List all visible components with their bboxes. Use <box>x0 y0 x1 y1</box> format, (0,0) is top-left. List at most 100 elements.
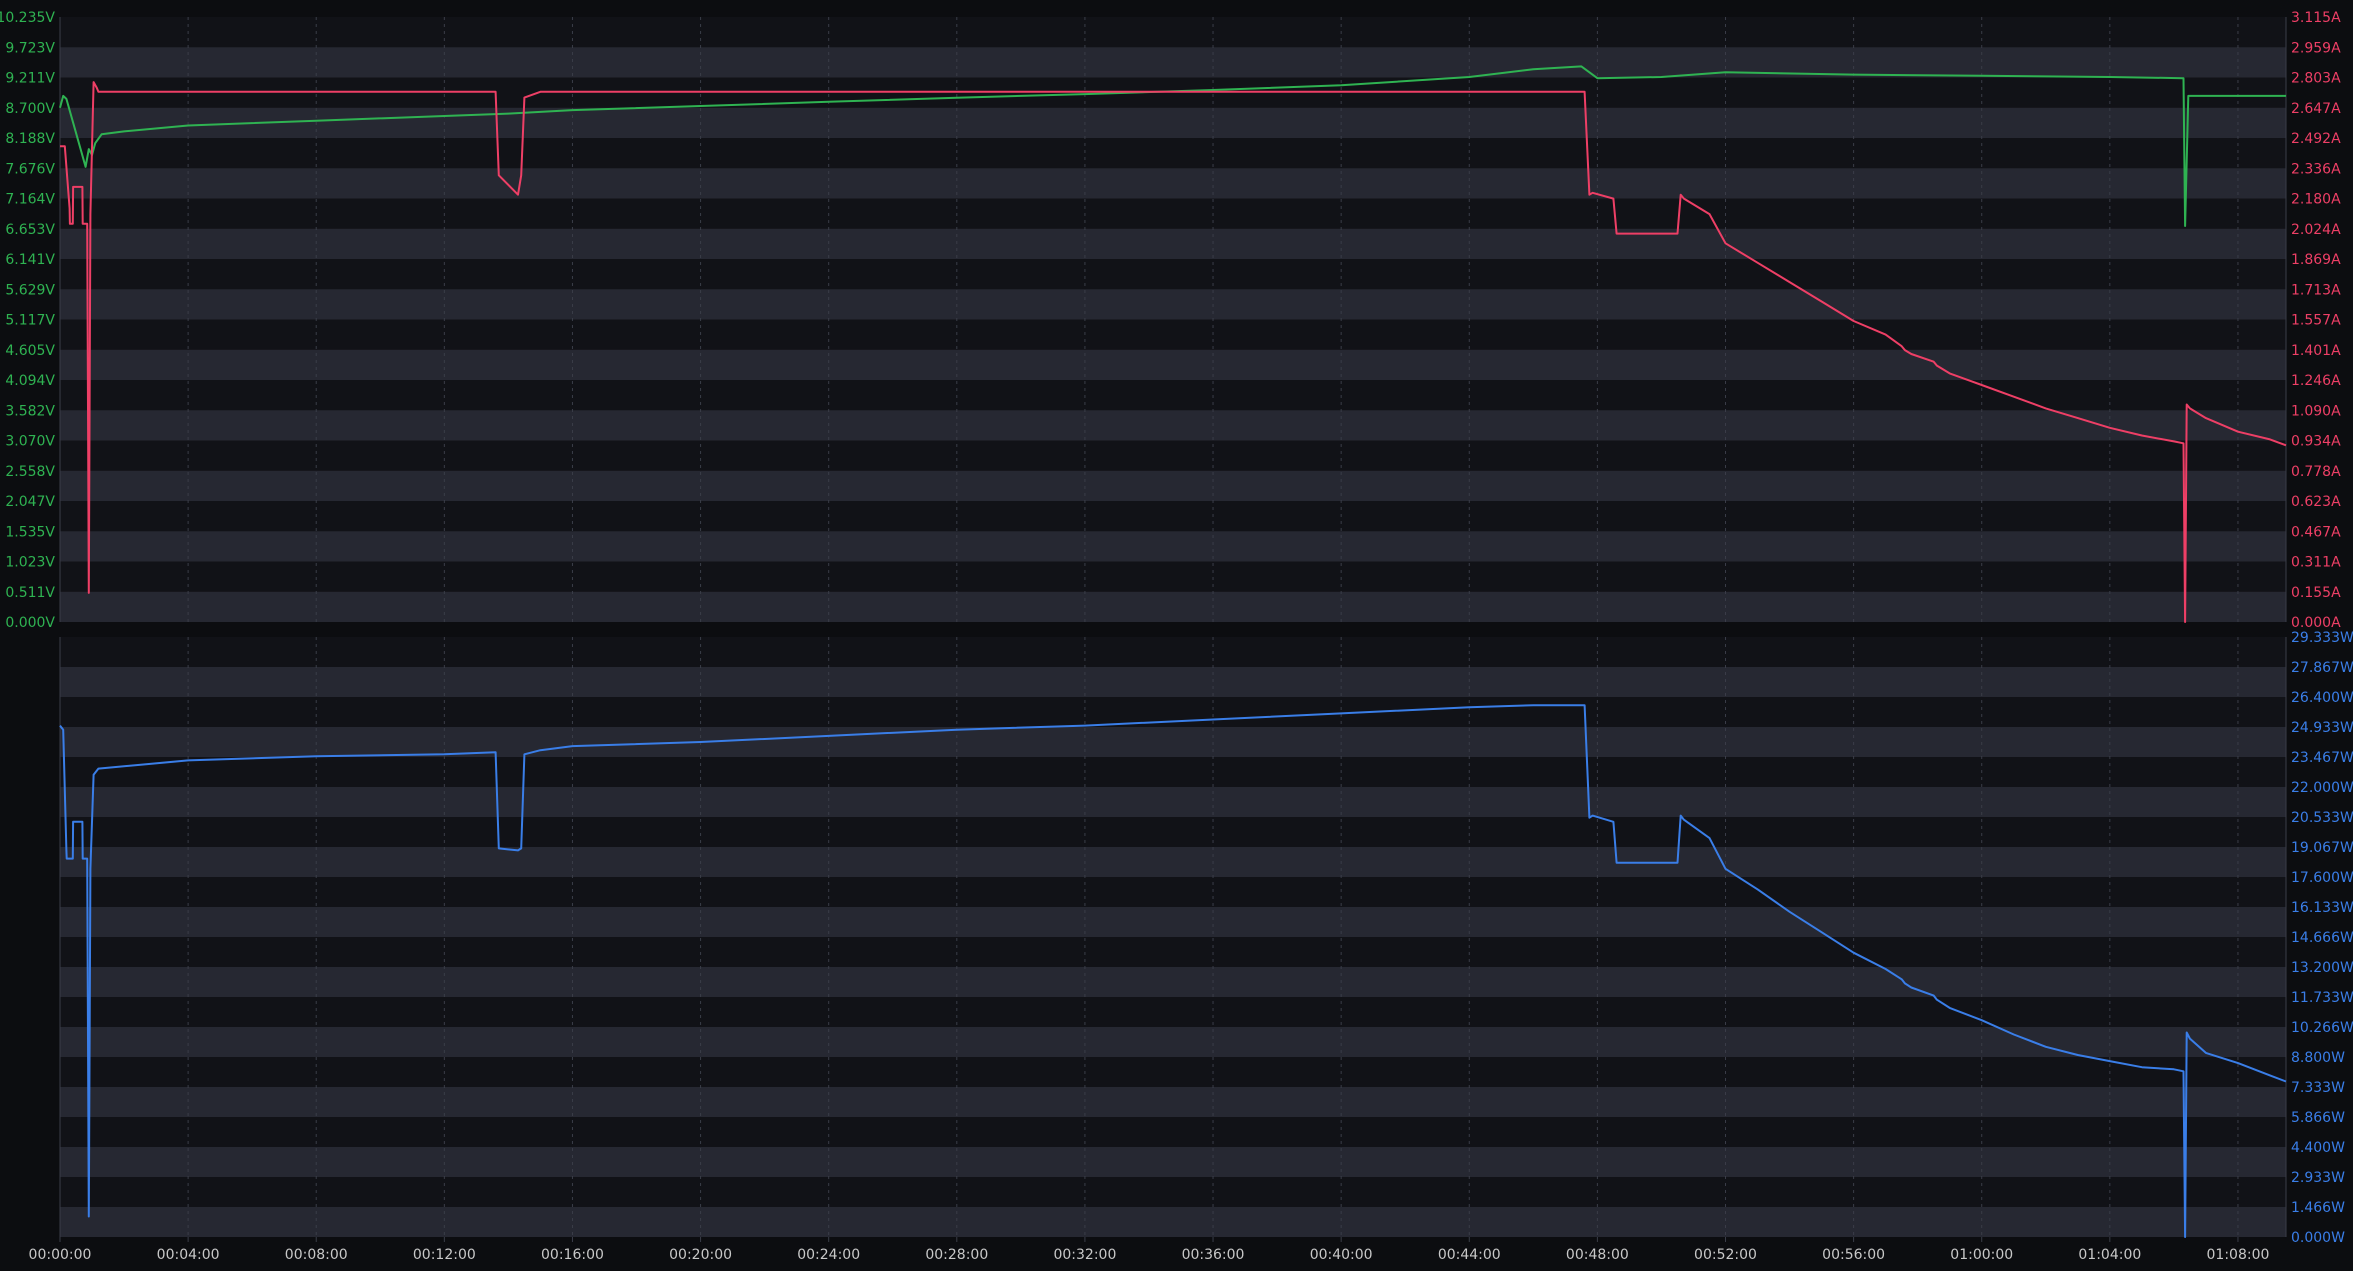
current-axis-tick-label: 1.869A <box>2291 252 2341 268</box>
voltage-axis-tick-label: 5.629V <box>5 282 55 298</box>
bottom-panel-band <box>60 877 2286 907</box>
power-axis-tick-label: 0.000W <box>2291 1230 2345 1246</box>
current-axis-tick-label: 2.336A <box>2291 161 2341 177</box>
top-panel-band <box>60 591 2286 622</box>
power-axis-tick-label: 11.733W <box>2291 990 2353 1006</box>
power-axis-tick-label: 7.333W <box>2291 1080 2345 1096</box>
current-axis-tick-label: 1.246A <box>2291 373 2341 389</box>
top-panel-band <box>60 107 2286 138</box>
time-tick-label: 00:00:00 <box>29 1247 92 1263</box>
current-axis-tick-label: 0.155A <box>2291 585 2341 601</box>
power-axis-tick-label: 17.600W <box>2291 870 2353 886</box>
top-panel-band <box>60 228 2286 259</box>
top-panel-band <box>60 501 2286 532</box>
current-axis-tick-label: 0.467A <box>2291 524 2341 540</box>
top-panel-band <box>60 531 2286 562</box>
current-axis-tick-label: 1.090A <box>2291 403 2341 419</box>
current-axis-tick-label: 3.115A <box>2291 10 2341 26</box>
top-panel-band <box>60 470 2286 501</box>
bottom-panel-band <box>60 1027 2286 1057</box>
voltage-axis-tick-label: 1.023V <box>5 555 55 571</box>
current-axis-tick-label: 1.557A <box>2291 313 2341 329</box>
power-axis-tick-label: 1.466W <box>2291 1200 2345 1216</box>
bottom-panel-band <box>60 1207 2286 1237</box>
power-axis-tick-label: 14.666W <box>2291 930 2353 946</box>
voltage-axis-tick-label: 0.000V <box>5 615 55 631</box>
top-panel-band <box>60 17 2286 48</box>
current-axis-tick-label: 2.180A <box>2291 192 2341 208</box>
bottom-panel-band <box>60 817 2286 847</box>
power-axis-tick-label: 5.866W <box>2291 1110 2345 1126</box>
power-axis-tick-label: 29.333W <box>2291 630 2353 646</box>
current-axis-tick-label: 0.623A <box>2291 494 2341 510</box>
voltage-axis-tick-label: 9.723V <box>5 40 55 56</box>
chart-canvas: 0.000V 0.511V 1.023V 1.535V 2.047V 2.558V 3.07… <box>0 10 2353 1263</box>
power-axis-tick-label: 10.266W <box>2291 1020 2353 1036</box>
top-panel-band <box>60 47 2286 78</box>
time-tick-label: 00:48:00 <box>1566 1247 1629 1263</box>
bottom-panel-band <box>60 907 2286 937</box>
current-axis-tick-label: 2.647A <box>2291 101 2341 117</box>
voltage-axis-tick-label: 0.511V <box>5 585 55 601</box>
current-axis-tick-label: 1.713A <box>2291 282 2341 298</box>
bottom-panel-band <box>60 967 2286 997</box>
current-axis-tick-label: 0.934A <box>2291 434 2341 450</box>
voltage-axis-tick-label: 4.094V <box>5 373 55 389</box>
power-axis-tick-label: 8.800W <box>2291 1050 2345 1066</box>
power-axis-tick-label: 2.933W <box>2291 1170 2345 1186</box>
current-axis-tick-label: 0.000A <box>2291 615 2341 631</box>
voltage-axis-tick-label: 9.211V <box>5 71 55 87</box>
bottom-panel-band <box>60 997 2286 1027</box>
current-axis-tick-label: 1.401A <box>2291 343 2341 359</box>
time-tick-label: 00:24:00 <box>797 1247 860 1263</box>
time-tick-label: 00:40:00 <box>1310 1247 1373 1263</box>
time-tick-label: 00:12:00 <box>413 1247 476 1263</box>
bottom-panel-band <box>60 1087 2286 1117</box>
top-panel-band <box>60 561 2286 592</box>
power-axis-tick-label: 13.200W <box>2291 960 2353 976</box>
power-axis-tick-label: 24.933W <box>2291 720 2353 736</box>
top-panel-band <box>60 410 2286 441</box>
voltage-axis-tick-label: 3.070V <box>5 434 55 450</box>
bottom-panel-band <box>60 1057 2286 1087</box>
current-axis-tick-label: 2.024A <box>2291 222 2341 238</box>
time-tick-label: 00:08:00 <box>285 1247 348 1263</box>
current-axis-tick-label: 2.803A <box>2291 71 2341 87</box>
bottom-panel-band <box>60 847 2286 877</box>
bottom-panel-band <box>60 757 2286 787</box>
bottom-panel-band <box>60 1177 2286 1207</box>
power-axis-tick-label: 26.400W <box>2291 690 2353 706</box>
time-tick-label: 00:44:00 <box>1438 1247 1501 1263</box>
voltage-axis-tick-label: 8.188V <box>5 131 55 147</box>
top-panel-band <box>60 380 2286 411</box>
voltage-axis-tick-label: 6.653V <box>5 222 55 238</box>
power-axis-tick-label: 4.400W <box>2291 1140 2345 1156</box>
voltage-current-panel: 0.000V 0.511V 1.023V 1.535V 2.047V 2.558V 3.07… <box>0 10 2341 631</box>
voltage-axis-tick-label: 5.117V <box>5 313 55 329</box>
bottom-panel-band <box>60 697 2286 727</box>
power-axis-tick-label: 20.533W <box>2291 810 2353 826</box>
voltage-axis-tick-label: 7.676V <box>5 161 55 177</box>
bottom-panel-band <box>60 667 2286 697</box>
time-tick-label: 00:32:00 <box>1053 1247 1116 1263</box>
power-axis-tick-label: 19.067W <box>2291 840 2353 856</box>
power-axis-tick-label: 16.133W <box>2291 900 2353 916</box>
voltage-axis-tick-label: 1.535V <box>5 524 55 540</box>
current-axis-tick-label: 0.778A <box>2291 464 2341 480</box>
bottom-panel-band <box>60 1117 2286 1147</box>
voltage-axis-tick-label: 10.235V <box>0 10 55 26</box>
bottom-panel-band <box>60 1147 2286 1177</box>
voltage-axis-tick-label: 6.141V <box>5 252 55 268</box>
top-panel-band <box>60 349 2286 380</box>
current-axis-tick-label: 2.492A <box>2291 131 2341 147</box>
time-axis: 00:00:00 00:04:00 00:08:00 00:12:00 00:16:00… <box>29 1237 2269 1263</box>
voltage-axis-tick-label: 7.164V <box>5 192 55 208</box>
top-panel-band <box>60 198 2286 229</box>
time-tick-label: 00:56:00 <box>1822 1247 1885 1263</box>
time-tick-label: 00:16:00 <box>541 1247 604 1263</box>
bottom-panel-band <box>60 637 2286 667</box>
time-tick-label: 00:20:00 <box>669 1247 732 1263</box>
time-tick-label: 01:04:00 <box>2078 1247 2141 1263</box>
top-panel-band <box>60 138 2286 169</box>
voltage-axis-tick-label: 8.700V <box>5 101 55 117</box>
